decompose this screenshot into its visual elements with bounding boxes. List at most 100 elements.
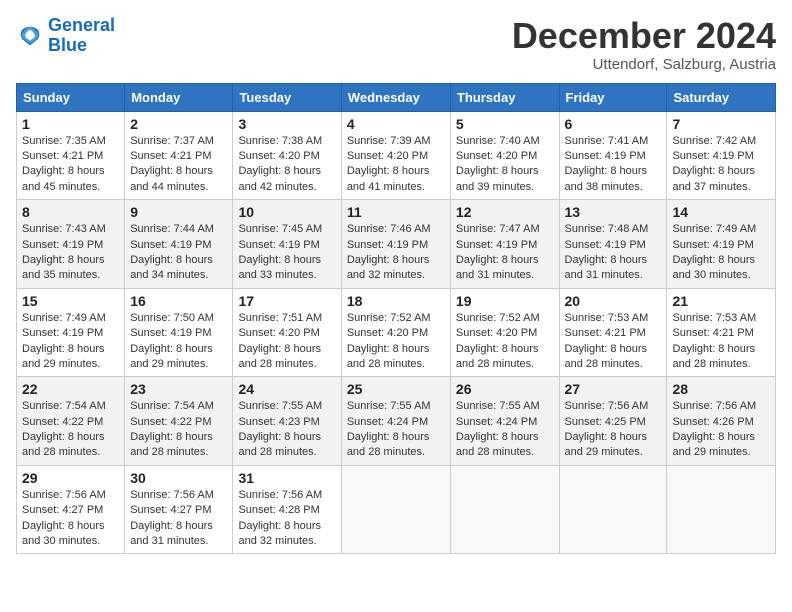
day-info: Sunrise: 7:50 AMSunset: 4:19 PMDaylight:… [130, 311, 227, 373]
calendar-cell: 19Sunrise: 7:52 AMSunset: 4:20 PMDayligh… [450, 288, 559, 377]
month-title: December 2024 [512, 16, 776, 56]
day-number: 26 [456, 381, 554, 397]
weekday-header: Friday [559, 83, 667, 111]
day-number: 17 [238, 293, 335, 309]
day-info: Sunrise: 7:44 AMSunset: 4:19 PMDaylight:… [130, 222, 227, 284]
calendar-cell [341, 465, 450, 554]
day-info: Sunrise: 7:56 AMSunset: 4:27 PMDaylight:… [22, 488, 119, 550]
day-info: Sunrise: 7:53 AMSunset: 4:21 PMDaylight:… [672, 311, 770, 373]
day-number: 22 [22, 381, 119, 397]
day-info: Sunrise: 7:45 AMSunset: 4:19 PMDaylight:… [238, 222, 335, 284]
calendar-week-row: 29 Sunrise: 7:56 AMSunset: 4:27 PMDayligh… [17, 465, 776, 554]
calendar-cell: 18 Sunrise: 7:52 AMSunset: 4:20 PMDayligh… [341, 288, 450, 377]
page-header: General Blue December 2024 Uttendorf, Sa… [16, 16, 776, 73]
calendar-cell: 3 Sunrise: 7:38 AMSunset: 4:20 PMDaylight… [233, 111, 341, 200]
calendar-cell: 25 Sunrise: 7:55 AMSunset: 4:24 PMDayligh… [341, 377, 450, 466]
day-number: 28 [672, 381, 770, 397]
day-info: Sunrise: 7:54 AMSunset: 4:22 PMDaylight:… [22, 399, 119, 461]
calendar-cell: 2 Sunrise: 7:37 AMSunset: 4:21 PMDaylight… [125, 111, 233, 200]
day-info: Sunrise: 7:55 AMSunset: 4:24 PMDaylight:… [347, 399, 445, 461]
day-number: 11 [347, 204, 445, 220]
day-number: 31 [238, 470, 335, 486]
day-info: Sunrise: 7:52 AMSunset: 4:20 PMDaylight:… [456, 311, 554, 373]
day-info: Sunrise: 7:56 AMSunset: 4:28 PMDaylight:… [238, 488, 335, 550]
day-number: 2 [130, 116, 227, 132]
day-info: Sunrise: 7:51 AMSunset: 4:20 PMDaylight:… [238, 311, 335, 373]
calendar-cell: 7 Sunrise: 7:42 AMSunset: 4:19 PMDaylight… [667, 111, 776, 200]
location: Uttendorf, Salzburg, Austria [512, 56, 776, 73]
weekday-header: Wednesday [341, 83, 450, 111]
calendar-cell: 8Sunrise: 7:43 AMSunset: 4:19 PMDaylight… [17, 200, 125, 289]
calendar-cell: 9 Sunrise: 7:44 AMSunset: 4:19 PMDaylight… [125, 200, 233, 289]
calendar-cell: 21 Sunrise: 7:53 AMSunset: 4:21 PMDayligh… [667, 288, 776, 377]
day-info: Sunrise: 7:54 AMSunset: 4:22 PMDaylight:… [130, 399, 227, 461]
day-number: 13 [565, 204, 662, 220]
calendar-cell: 22 Sunrise: 7:54 AMSunset: 4:22 PMDayligh… [17, 377, 125, 466]
day-number: 1 [22, 116, 119, 132]
calendar-cell: 5Sunrise: 7:40 AMSunset: 4:20 PMDaylight… [450, 111, 559, 200]
calendar-cell: 29 Sunrise: 7:56 AMSunset: 4:27 PMDayligh… [17, 465, 125, 554]
calendar-cell [667, 465, 776, 554]
weekday-header: Tuesday [233, 83, 341, 111]
calendar-cell: 4 Sunrise: 7:39 AMSunset: 4:20 PMDaylight… [341, 111, 450, 200]
calendar-cell [450, 465, 559, 554]
calendar-cell: 10 Sunrise: 7:45 AMSunset: 4:19 PMDayligh… [233, 200, 341, 289]
calendar-cell: 11 Sunrise: 7:46 AMSunset: 4:19 PMDayligh… [341, 200, 450, 289]
day-info: Sunrise: 7:42 AMSunset: 4:19 PMDaylight:… [672, 134, 770, 196]
day-info: Sunrise: 7:53 AMSunset: 4:21 PMDaylight:… [565, 311, 662, 373]
calendar-cell: 26 Sunrise: 7:55 AMSunset: 4:24 PMDayligh… [450, 377, 559, 466]
weekday-header: Monday [125, 83, 233, 111]
calendar-cell: 15 Sunrise: 7:49 AMSunset: 4:19 PMDayligh… [17, 288, 125, 377]
day-info: Sunrise: 7:56 AMSunset: 4:27 PMDaylight:… [130, 488, 227, 550]
day-info: Sunrise: 7:41 AMSunset: 4:19 PMDaylight:… [565, 134, 662, 196]
day-info: Sunrise: 7:46 AMSunset: 4:19 PMDaylight:… [347, 222, 445, 284]
day-info: Sunrise: 7:47 AMSunset: 4:19 PMDaylight:… [456, 222, 554, 284]
day-number: 5 [456, 116, 554, 132]
day-info: Sunrise: 7:39 AMSunset: 4:20 PMDaylight:… [347, 134, 445, 196]
weekday-header: Saturday [667, 83, 776, 111]
day-info: Sunrise: 7:35 AMSunset: 4:21 PMDaylight:… [22, 134, 119, 196]
calendar-cell: 14 Sunrise: 7:49 AMSunset: 4:19 PMDayligh… [667, 200, 776, 289]
logo-icon [16, 22, 44, 50]
day-info: Sunrise: 7:38 AMSunset: 4:20 PMDaylight:… [238, 134, 335, 196]
day-number: 4 [347, 116, 445, 132]
day-number: 10 [238, 204, 335, 220]
calendar-cell: 16 Sunrise: 7:50 AMSunset: 4:19 PMDayligh… [125, 288, 233, 377]
day-number: 7 [672, 116, 770, 132]
day-number: 25 [347, 381, 445, 397]
calendar-cell: 17 Sunrise: 7:51 AMSunset: 4:20 PMDayligh… [233, 288, 341, 377]
weekday-header: Sunday [17, 83, 125, 111]
day-number: 21 [672, 293, 770, 309]
calendar-cell: 20 Sunrise: 7:53 AMSunset: 4:21 PMDayligh… [559, 288, 667, 377]
calendar-week-row: 8Sunrise: 7:43 AMSunset: 4:19 PMDaylight… [17, 200, 776, 289]
day-number: 8 [22, 204, 119, 220]
day-info: Sunrise: 7:49 AMSunset: 4:19 PMDaylight:… [22, 311, 119, 373]
calendar-cell: 12Sunrise: 7:47 AMSunset: 4:19 PMDayligh… [450, 200, 559, 289]
day-number: 15 [22, 293, 119, 309]
logo-text: General Blue [48, 16, 115, 56]
day-number: 3 [238, 116, 335, 132]
day-info: Sunrise: 7:55 AMSunset: 4:24 PMDaylight:… [456, 399, 554, 461]
day-number: 14 [672, 204, 770, 220]
day-info: Sunrise: 7:52 AMSunset: 4:20 PMDaylight:… [347, 311, 445, 373]
day-number: 16 [130, 293, 227, 309]
title-block: December 2024 Uttendorf, Salzburg, Austr… [512, 16, 776, 73]
day-number: 9 [130, 204, 227, 220]
day-number: 20 [565, 293, 662, 309]
calendar-cell: 30Sunrise: 7:56 AMSunset: 4:27 PMDayligh… [125, 465, 233, 554]
day-number: 29 [22, 470, 119, 486]
calendar-table: SundayMondayTuesdayWednesdayThursdayFrid… [16, 83, 776, 555]
day-number: 18 [347, 293, 445, 309]
day-info: Sunrise: 7:37 AMSunset: 4:21 PMDaylight:… [130, 134, 227, 196]
calendar-week-row: 1 Sunrise: 7:35 AMSunset: 4:21 PMDaylight… [17, 111, 776, 200]
calendar-week-row: 22 Sunrise: 7:54 AMSunset: 4:22 PMDayligh… [17, 377, 776, 466]
day-info: Sunrise: 7:49 AMSunset: 4:19 PMDaylight:… [672, 222, 770, 284]
logo: General Blue [16, 16, 115, 56]
day-info: Sunrise: 7:55 AMSunset: 4:23 PMDaylight:… [238, 399, 335, 461]
day-number: 23 [130, 381, 227, 397]
calendar-cell: 1 Sunrise: 7:35 AMSunset: 4:21 PMDaylight… [17, 111, 125, 200]
weekday-header: Thursday [450, 83, 559, 111]
day-number: 27 [565, 381, 662, 397]
day-info: Sunrise: 7:56 AMSunset: 4:26 PMDaylight:… [672, 399, 770, 461]
calendar-cell [559, 465, 667, 554]
